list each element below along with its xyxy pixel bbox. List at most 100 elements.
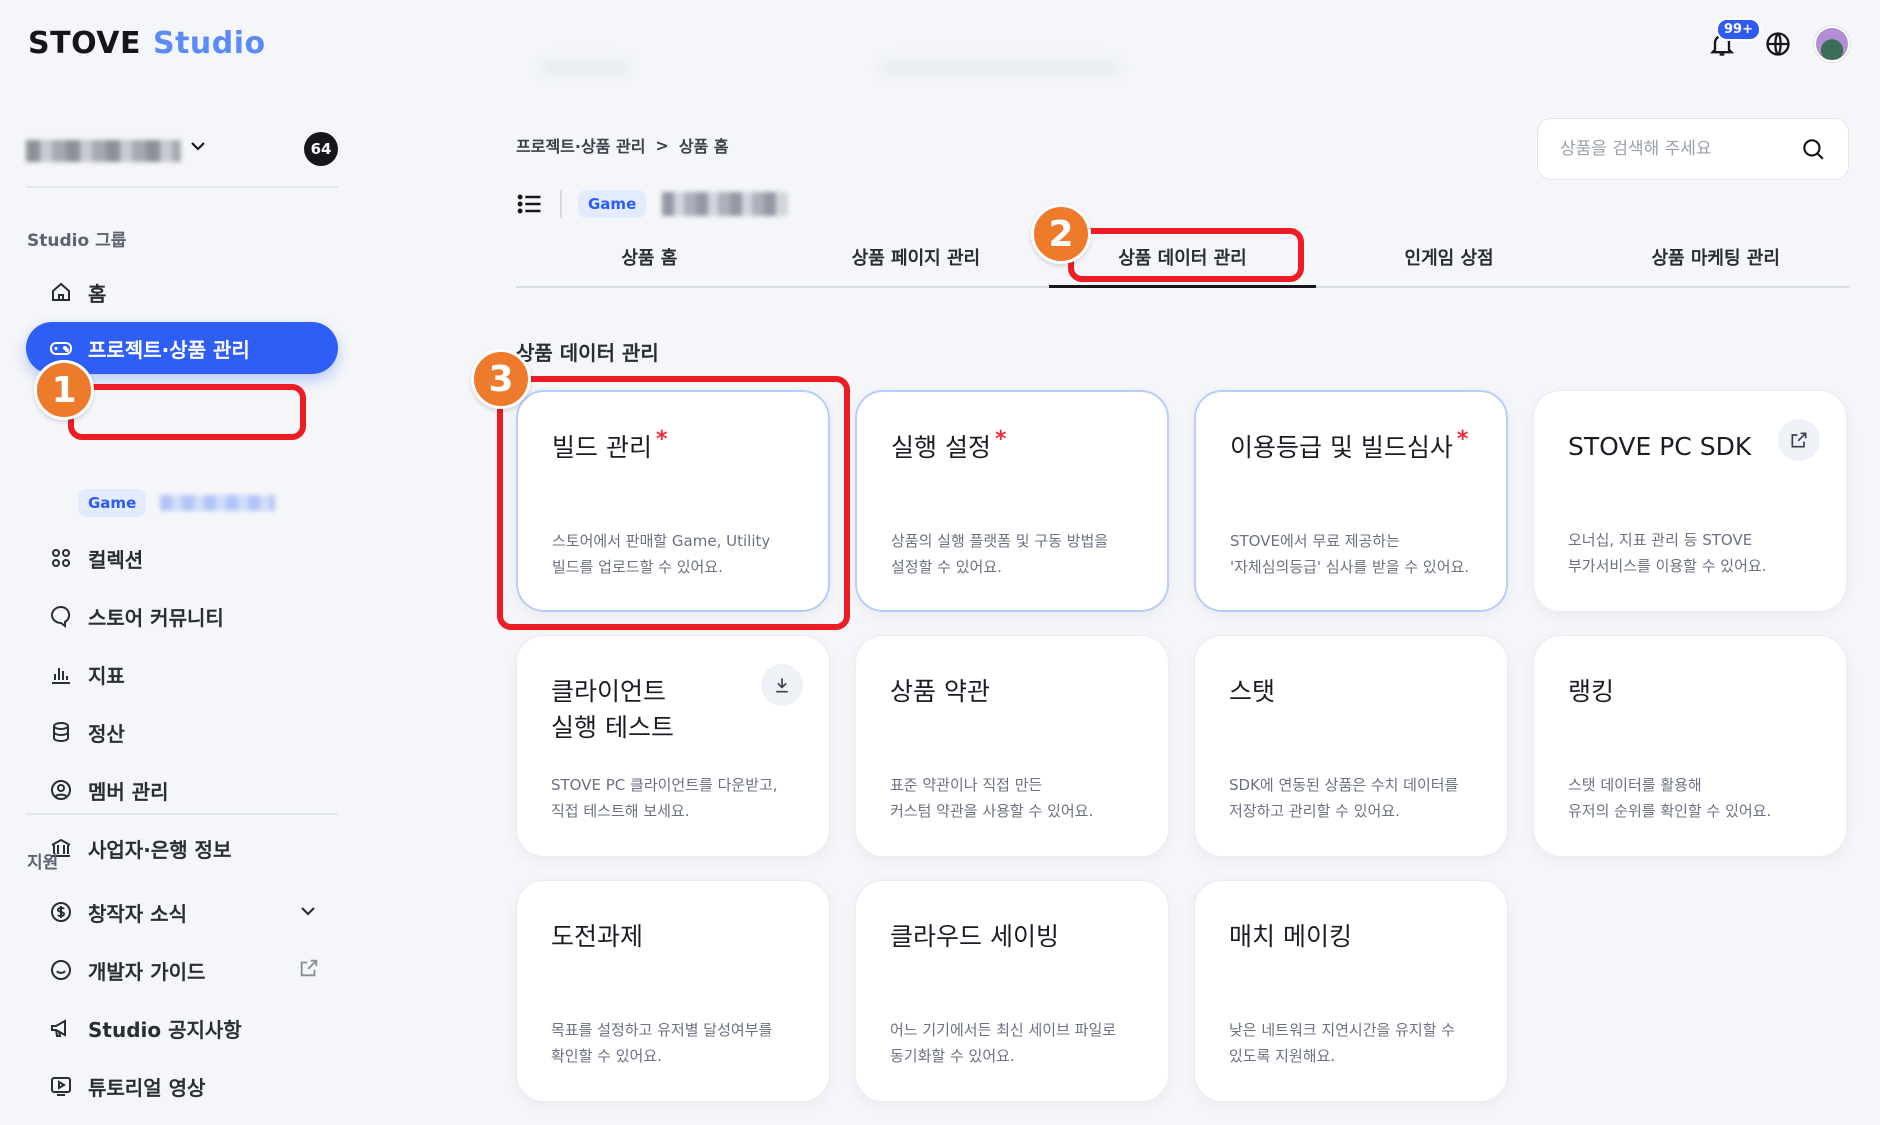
sidebar-item-label: 스토어 커뮤니티 — [88, 605, 224, 630]
chevron-down-icon — [191, 142, 205, 151]
blurred-top-text — [880, 58, 1120, 76]
user-avatar[interactable] — [1814, 26, 1850, 62]
card-rating-review[interactable]: 이용등급 및 빌드심사 * STOVE에서 무료 제공하는 '자체심의등급' 심사… — [1194, 390, 1508, 612]
logo-sub: Studio — [152, 26, 266, 61]
card-title: 실행 설정 * — [891, 427, 1007, 462]
card-description: STOVE에서 무료 제공하는 '자체심의등급' 심사를 받을 수 있어요. — [1230, 532, 1470, 576]
card-description: 목표를 설정하고 유저별 달성여부를 확인할 수 있어요. — [551, 1021, 773, 1065]
dollar-circle-icon — [51, 902, 71, 922]
user-circle-icon — [51, 780, 71, 800]
header-actions: 99+ — [1702, 18, 1850, 64]
card-stove-pc-sdk[interactable]: STOVE PC SDK 오너십, 지표 관리 등 STOVE 부가서비스를 이… — [1533, 390, 1847, 612]
card-title: 도전과제 — [551, 922, 644, 951]
card-title: 스탯 — [1229, 677, 1276, 706]
sidebar-item-label: 개발자 가이드 — [88, 959, 206, 984]
chat-icon — [51, 605, 71, 628]
sidebar-divider — [26, 186, 338, 188]
title-divider — [560, 190, 562, 218]
sidebar-item-studio-notice[interactable]: Studio 공지사항 — [26, 1002, 338, 1054]
card-achievements[interactable]: 도전과제 목표를 설정하고 유저별 달성여부를 확인할 수 있어요. — [516, 880, 830, 1102]
card-stats[interactable]: 스탯 SDK에 연동된 상품은 수치 데이터를 저장하고 관리할 수 있어요. — [1194, 635, 1508, 857]
card-ranking[interactable]: 랭킹 스탯 데이터를 활용해 유저의 순위를 확인할 수 있어요. — [1533, 635, 1847, 857]
section-title: 상품 데이터 관리 — [516, 341, 659, 365]
sidebar-item-label: 정산 — [88, 721, 125, 746]
card-description: 스토어에서 판매할 Game, Utility 빌드를 업로드할 수 있어요. — [552, 532, 771, 576]
card-title: 매치 메이킹 — [1229, 922, 1352, 951]
tab-ingame-store[interactable]: 인게임 상점 — [1316, 238, 1583, 286]
sidebar-subitem-game[interactable]: Game — [78, 484, 276, 522]
sidebar-item-collection[interactable]: 컬렉션 — [26, 532, 338, 584]
sidebar-item-label: 지표 — [88, 663, 125, 688]
project-count-badge: 64 — [304, 132, 338, 166]
annotation-step-1: 1 — [34, 360, 94, 420]
product-search — [1537, 118, 1849, 180]
language-button[interactable] — [1758, 24, 1798, 64]
account-selector[interactable]: 64 — [26, 128, 338, 178]
sidebar-item-members[interactable]: 멤버 관리 — [26, 764, 338, 816]
home-icon — [52, 282, 70, 301]
required-mark: * — [1456, 427, 1469, 452]
search-icon[interactable] — [1800, 136, 1826, 162]
collection-icon — [52, 549, 70, 567]
sidebar-item-creator-news[interactable]: 창작자 소식 — [26, 886, 338, 938]
sidebar-item-label: 홈 — [88, 281, 107, 306]
card-title: 클라우드 세이빙 — [890, 922, 1059, 951]
search-input[interactable] — [1560, 139, 1780, 159]
download-button[interactable] — [761, 664, 803, 706]
card-matchmaking[interactable]: 매치 메이킹 낮은 네트워크 지연시간을 유지할 수 있도록 지원해요. — [1194, 880, 1508, 1102]
card-terms[interactable]: 상품 약관 표준 약관이나 직접 만든 커스텀 약관을 사용할 수 있어요. — [855, 635, 1169, 857]
required-mark: * — [655, 427, 668, 452]
annotation-step-2: 2 — [1031, 204, 1091, 264]
logo-main: STOVE — [28, 26, 141, 61]
product-type-tag: Game — [578, 190, 647, 218]
game-tag: Game — [78, 489, 147, 517]
gamepad-icon — [50, 342, 72, 355]
top-bar: STOVE Studio 99+ — [0, 0, 1880, 90]
coins-icon — [53, 722, 69, 743]
stove-studio-logo[interactable]: STOVE Studio — [28, 26, 266, 61]
card-title: 이용등급 및 빌드심사 * — [1230, 427, 1469, 462]
sidebar-item-metrics[interactable]: 지표 — [26, 648, 338, 700]
notification-button[interactable]: 99+ — [1702, 18, 1761, 64]
breadcrumb-current: 상품 홈 — [678, 137, 729, 156]
blurred-product-name — [160, 495, 276, 511]
tab-product-home[interactable]: 상품 홈 — [516, 238, 783, 286]
sidebar-item-settlement[interactable]: 정산 — [26, 706, 338, 758]
smile-icon — [51, 960, 71, 980]
card-description: 스탯 데이터를 활용해 유저의 순위를 확인할 수 있어요. — [1568, 776, 1772, 820]
sidebar-divider — [26, 813, 338, 815]
card-run-settings[interactable]: 실행 설정 * 상품의 실행 플랫폼 및 구동 방법을 설정할 수 있어요. — [855, 390, 1169, 612]
card-description: STOVE PC 클라이언트를 다운받고, 직접 테스트해 보세요. — [551, 776, 778, 820]
notification-badge: 99+ — [1716, 18, 1761, 41]
sidebar: 64 Studio 그룹 홈 프로젝트·상품 관리 Game 컬렉션 스토어 커… — [0, 90, 360, 1125]
sidebar-item-home[interactable]: 홈 — [26, 266, 338, 318]
megaphone-icon — [51, 1019, 66, 1037]
card-build-management[interactable]: 빌드 관리 * 스토어에서 판매할 Game, Utility 빌드를 업로드할 … — [516, 390, 830, 612]
tab-product-page[interactable]: 상품 페이지 관리 — [783, 238, 1050, 286]
sidebar-item-label: Studio 공지사항 — [88, 1017, 242, 1042]
breadcrumb-separator: > — [655, 135, 669, 155]
sidebar-item-tutorial-video[interactable]: 튜토리얼 영상 — [26, 1060, 338, 1112]
sidebar-item-business-bank[interactable]: 사업자·은행 정보 — [26, 822, 338, 874]
tab-product-marketing[interactable]: 상품 마케팅 관리 — [1582, 238, 1849, 286]
tab-product-data[interactable]: 상품 데이터 관리 — [1049, 238, 1316, 288]
breadcrumb-parent[interactable]: 프로젝트·상품 관리 — [516, 133, 645, 157]
sidebar-item-label: 튜토리얼 영상 — [88, 1075, 206, 1100]
sidebar-item-label: 멤버 관리 — [88, 779, 169, 804]
blurred-product-title — [662, 192, 788, 216]
card-title: STOVE PC SDK — [1568, 432, 1752, 461]
external-link-icon — [300, 959, 318, 977]
card-cloud-saving[interactable]: 클라우드 세이빙 어느 기기에서든 최신 세이브 파일로 동기화할 수 있어요. — [855, 880, 1169, 1102]
card-title: 클라이언트 실행 테스트 — [551, 677, 674, 742]
sidebar-item-developer-guide[interactable]: 개발자 가이드 — [26, 944, 338, 996]
sidebar-item-store-community[interactable]: 스토어 커뮤니티 — [26, 590, 338, 642]
list-icon[interactable] — [516, 190, 544, 218]
card-client-test[interactable]: 클라이언트 실행 테스트 STOVE PC 클라이언트를 다운받고, 직접 테스… — [516, 635, 830, 857]
card-description: 상품의 실행 플랫폼 및 구동 방법을 설정할 수 있어요. — [891, 532, 1109, 576]
chevron-down-icon — [301, 907, 315, 916]
breadcrumb: 프로젝트·상품 관리 > 상품 홈 — [516, 133, 729, 157]
external-link-button[interactable] — [1778, 419, 1820, 461]
globe-icon — [1766, 32, 1790, 56]
product-title-row: Game — [516, 190, 788, 218]
bar-chart-icon — [52, 668, 70, 684]
